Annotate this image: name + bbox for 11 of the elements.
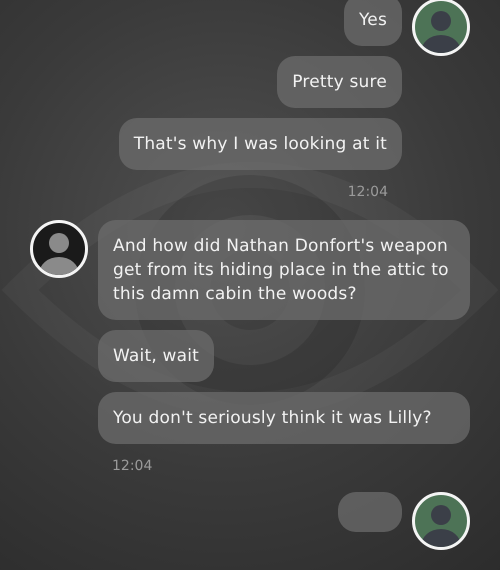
message-bubble: Yes: [344, 0, 402, 46]
avatar[interactable]: [412, 0, 470, 56]
message-bubble: And how did Nathan Donfort's weapon get from its hiding place in the attic to this damn cabin the woods?: [98, 220, 470, 320]
message-bubble: That's why I was looking at it: [118, 118, 402, 170]
message-bubble: Pretty sure: [277, 56, 402, 108]
avatar[interactable]: [412, 492, 470, 550]
message-time: 12:04: [346, 183, 389, 202]
message-bubble: You don't seriously think it was Lilly?: [98, 392, 470, 444]
message-bubble: Wait, wait: [98, 330, 214, 382]
avatar[interactable]: [30, 220, 88, 278]
message-time: 12:04: [111, 457, 154, 476]
